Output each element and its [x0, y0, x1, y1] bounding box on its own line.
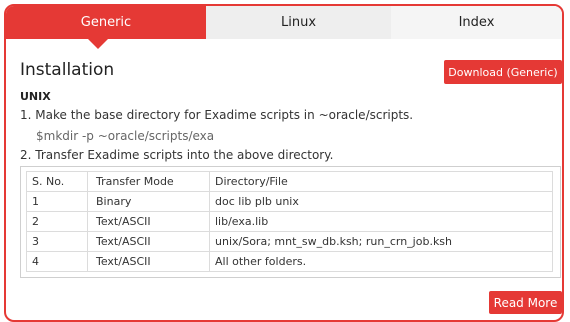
active-tab-pointer	[88, 39, 108, 49]
cell-transfer-mode: Text/ASCII	[87, 211, 210, 232]
table-row: 3 Text/ASCII unix/Sora; mnt_sw_db.ksh; r…	[26, 231, 553, 252]
cell-transfer-mode: Text/ASCII	[87, 251, 210, 272]
transfer-table-container: S. No. Transfer Mode Directory/File 1 Bi…	[20, 166, 561, 278]
cell-sno: 2	[26, 211, 88, 232]
header-sno: S. No.	[26, 171, 88, 192]
read-more-button[interactable]: Read More	[489, 291, 562, 314]
mkdir-command: $mkdir -p ~oracle/scripts/exa	[36, 129, 215, 143]
header-transfer-mode: Transfer Mode	[87, 171, 210, 192]
table-header-row: S. No. Transfer Mode Directory/File	[26, 171, 553, 192]
cell-transfer-mode: Text/ASCII	[87, 231, 210, 252]
cell-directory-file: lib/exa.lib	[209, 211, 553, 232]
cell-sno: 3	[26, 231, 88, 252]
cell-directory-file: unix/Sora; mnt_sw_db.ksh; run_crn_job.ks…	[209, 231, 553, 252]
transfer-table: S. No. Transfer Mode Directory/File 1 Bi…	[26, 171, 553, 272]
table-row: 1 Binary doc lib plb unix	[26, 191, 553, 212]
table-row: 2 Text/ASCII lib/exa.lib	[26, 211, 553, 232]
step-1-text: 1. Make the base directory for Exadime s…	[20, 108, 414, 122]
cell-sno: 4	[26, 251, 88, 272]
cell-directory-file: doc lib plb unix	[209, 191, 553, 212]
table-row: 4 Text/ASCII All other folders.	[26, 251, 553, 272]
tab-generic[interactable]: Generic	[6, 6, 206, 39]
installation-card: Generic Linux Index Installation Downloa…	[4, 4, 564, 322]
download-generic-button[interactable]: Download (Generic)	[444, 60, 562, 84]
cell-directory-file: All other folders.	[209, 251, 553, 272]
tab-bar: Generic Linux Index	[6, 6, 562, 39]
tab-linux[interactable]: Linux	[206, 6, 391, 39]
subheading-unix: UNIX	[20, 90, 51, 103]
cell-transfer-mode: Binary	[87, 191, 210, 212]
tab-index[interactable]: Index	[391, 6, 562, 39]
section-title: Installation	[20, 60, 115, 80]
step-2-text: 2. Transfer Exadime scripts into the abo…	[20, 148, 334, 162]
header-directory-file: Directory/File	[209, 171, 553, 192]
cell-sno: 1	[26, 191, 88, 212]
